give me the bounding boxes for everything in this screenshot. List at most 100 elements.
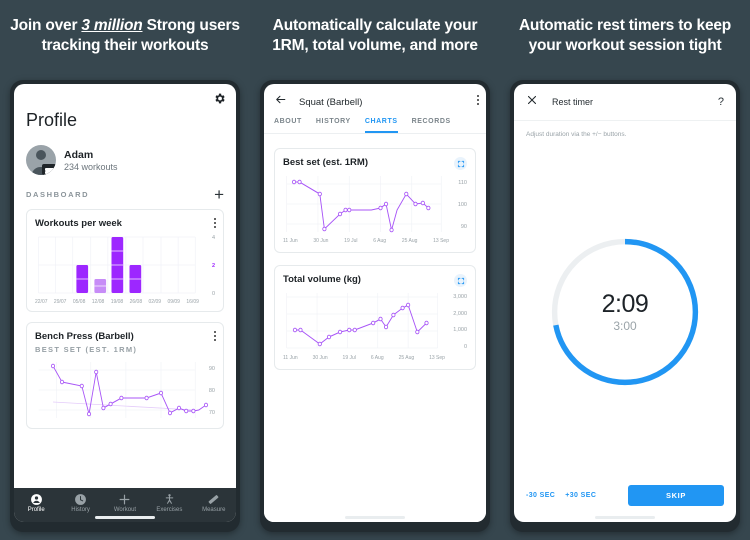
skip-button[interactable]: SKIP <box>628 485 724 506</box>
promo-headline-2: Automatically calculate your 1RM, total … <box>272 17 478 55</box>
y-tick: 3,000 <box>453 294 467 300</box>
volume-y-axis: 3,000 2,000 1,000 0 <box>447 291 467 353</box>
x-tick: 02/09 <box>148 298 162 305</box>
x-tick: 09/09 <box>167 298 180 305</box>
back-arrow-icon[interactable] <box>274 93 287 111</box>
y-tick: 4 <box>211 234 215 241</box>
timer-remaining: 2:09 <box>601 290 649 318</box>
plus-icon <box>118 493 131 506</box>
headline-text-pre: Join over <box>10 17 82 34</box>
x-tick: 13 Sep <box>429 355 445 361</box>
nav-item-measure[interactable]: Measure <box>192 493 236 513</box>
y-tick: 90 <box>460 224 467 230</box>
y-tick: 90 <box>208 365 215 372</box>
rest-timer-app-bar: Rest timer ? <box>514 84 736 121</box>
x-tick: 6 Aug <box>373 238 387 244</box>
x-tick: 19 Jul <box>344 238 358 244</box>
clock-icon <box>74 493 87 506</box>
nav-item-history[interactable]: History <box>58 493 102 513</box>
card-title: Best set (est. 1RM) <box>283 157 368 168</box>
screenshot-board: Join over 3 million Strong users trackin… <box>0 0 750 540</box>
card-subtitle: BEST SET (EST. 1RM) <box>35 344 138 354</box>
user-workout-count: 234 workouts <box>64 161 118 172</box>
promo-panel-rest-timer: Automatic rest timers to keep your worko… <box>500 0 750 540</box>
ruler-icon <box>207 493 220 506</box>
tab-bar: ABOUT HISTORY CHARTS RECORDS <box>264 118 486 134</box>
nav-item-profile[interactable]: Profile <box>14 493 58 513</box>
y-tick: 110 <box>458 180 467 186</box>
home-indicator <box>345 516 405 519</box>
x-tick: 19 Jul <box>342 355 356 361</box>
gear-icon[interactable] <box>213 92 226 105</box>
kebab-menu-icon[interactable] <box>214 217 216 230</box>
card-total-volume: Total volume (kg) 3,000 2,000 1,000 0 11… <box>274 265 476 370</box>
avatar <box>26 145 56 175</box>
dashboard-label: DASHBOARD <box>26 190 90 200</box>
home-indicator <box>595 516 655 519</box>
promo-headline-3: Automatic rest timers to keep your worko… <box>518 17 732 55</box>
fullscreen-icon[interactable] <box>454 274 467 287</box>
card-title: Workouts per week <box>35 217 122 229</box>
tab-about[interactable]: ABOUT <box>274 118 302 133</box>
y-tick: 100 <box>457 202 467 208</box>
app-bar: Squat (Barbell) <box>264 84 486 118</box>
best-set-x-axis: 11 Jun 30 Jun 19 Jul 6 Aug 25 Aug 13 Sep <box>283 238 467 244</box>
headline-text-emphasis: 3 million <box>81 17 143 34</box>
kebab-menu-icon[interactable] <box>477 95 479 107</box>
tab-history[interactable]: HISTORY <box>316 118 351 133</box>
add-widget-button[interactable]: + <box>214 186 224 203</box>
x-tick: 22/07 <box>35 298 48 305</box>
y-tick: 80 <box>208 387 215 394</box>
y-tick-highlight: 2 <box>211 262 215 269</box>
minus-30-sec-button[interactable]: -30 SEC <box>526 492 555 499</box>
running-person-icon <box>163 493 176 506</box>
card-title: Bench Press (Barbell) <box>35 330 134 342</box>
rest-timer-dial-wrap: 2:09 3:00 <box>514 138 736 485</box>
page-title: Profile <box>26 110 78 130</box>
profile-header: Profile Adam 234 workouts DASHBOARD + <box>14 84 236 203</box>
card-title: Total volume (kg) <box>283 274 361 285</box>
help-icon[interactable]: ? <box>718 96 724 108</box>
promo-panel-charts: Automatically calculate your 1RM, total … <box>250 0 500 540</box>
line-chart-total-volume: 3,000 2,000 1,000 0 <box>283 291 467 353</box>
user-row[interactable]: Adam 234 workouts <box>26 145 224 175</box>
medal-badge-icon <box>42 164 56 175</box>
fullscreen-icon[interactable] <box>454 157 467 170</box>
nav-label: Measure <box>202 506 226 513</box>
y-tick: 0 <box>463 343 467 350</box>
app-bar-title: Squat (Barbell) <box>299 96 363 108</box>
phone-screen-rest-timer: Rest timer ? Adjust duration via the +/−… <box>514 84 736 522</box>
x-tick: 11 Jun <box>283 238 298 244</box>
plus-30-sec-button[interactable]: +30 SEC <box>565 492 596 499</box>
promo-headline-1: Join over 3 million Strong users trackin… <box>0 0 250 57</box>
line-chart-best-set: 110 100 90 <box>283 174 467 236</box>
volume-x-axis: 11 Jun 30 Jun 19 Jul 6 Aug 25 Aug 13 Sep <box>283 355 467 361</box>
nav-item-exercises[interactable]: Exercises <box>147 493 191 513</box>
best-set-y-axis: 110 100 90 <box>451 174 467 236</box>
card-best-set: Best set (est. 1RM) 110 100 90 11 Jun 30… <box>274 148 476 253</box>
phone-frame-3: Rest timer ? Adjust duration via the +/−… <box>510 80 740 532</box>
tab-records[interactable]: RECORDS <box>412 118 451 133</box>
charts-body: Best set (est. 1RM) 110 100 90 11 Jun 30… <box>264 134 486 522</box>
x-tick: 6 Aug <box>370 355 384 361</box>
card-workouts-per-week: Workouts per week 4 2 0 22/07 29/07 05/0… <box>26 208 224 312</box>
nav-label: History <box>71 506 90 513</box>
timer-total: 3:00 <box>613 319 637 333</box>
user-name: Adam <box>64 148 94 161</box>
home-indicator <box>95 516 155 519</box>
x-tick: 25 Aug <box>398 355 415 361</box>
y-tick: 0 <box>211 290 215 297</box>
x-tick: 25 Aug <box>401 238 418 244</box>
rest-timer-dial[interactable]: 2:09 3:00 <box>545 232 705 392</box>
x-tick: 29/07 <box>53 298 67 305</box>
kebab-menu-icon[interactable] <box>214 330 216 343</box>
x-tick: 26/08 <box>129 298 143 305</box>
x-tick: 05/08 <box>72 298 86 305</box>
close-icon[interactable] <box>526 93 538 111</box>
rest-timer-title: Rest timer <box>552 97 594 107</box>
line-chart-bench-press: 90 80 70 <box>35 360 215 422</box>
tab-charts[interactable]: CHARTS <box>364 118 398 133</box>
x-tick: 30 Jun <box>312 355 328 361</box>
bar-chart-y-axis: 4 2 0 <box>201 235 215 297</box>
nav-item-workout[interactable]: Workout <box>103 493 147 513</box>
